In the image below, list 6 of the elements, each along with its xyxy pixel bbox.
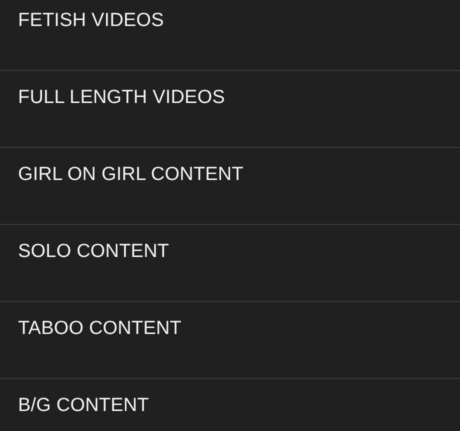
menu-item[interactable]: SOLO CONTENT — [18, 241, 170, 262]
menu-item[interactable]: FULL LENGTH VIDEOS — [18, 87, 225, 108]
menu-item[interactable]: FETISH VIDEOS — [18, 10, 164, 31]
menu-item[interactable]: TABOO CONTENT — [18, 318, 182, 339]
menu-item[interactable]: GIRL ON GIRL CONTENT — [18, 164, 244, 185]
menu-item[interactable]: B/G CONTENT — [18, 395, 149, 416]
